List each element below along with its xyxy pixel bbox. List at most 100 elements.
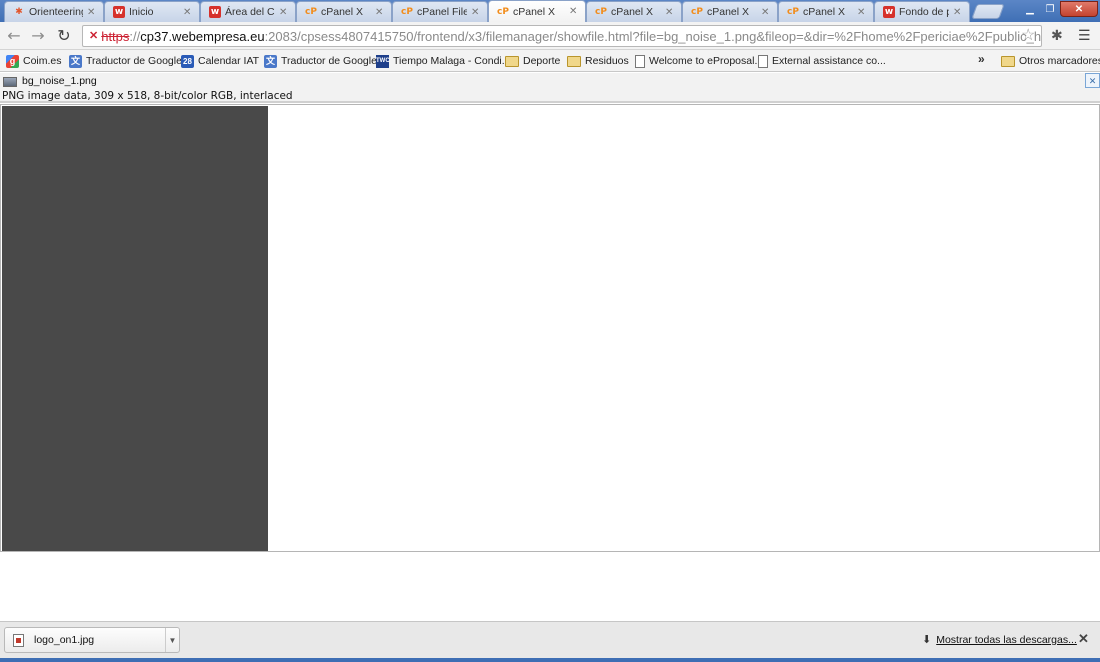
tab-cpanel-2[interactable]: cP cPanel X ✕ [586,1,682,22]
close-icon[interactable]: ✕ [1078,631,1089,647]
tab-close-icon[interactable]: ✕ [87,7,97,18]
tab-label: Inicio [129,6,154,18]
bookmark-tiempo[interactable]: TWC Tiempo Malaga - Condi... [376,53,511,69]
bookmark-label: Deporte [523,55,561,67]
reload-icon[interactable]: ↻ [54,26,74,46]
tab-label: cPanel File M [417,6,467,18]
bookmark-coim[interactable]: g Coim.es [6,53,62,69]
cpanel-icon: cP [401,7,413,17]
bookmark-traductor-1[interactable]: 文 Traductor de Google [69,53,182,69]
new-tab-button[interactable] [971,4,1005,19]
translate-icon: 文 [69,54,82,68]
twc-icon: TWC [376,54,390,68]
bookmark-label: Residuos [585,55,629,67]
tab-close-icon[interactable]: ✕ [471,7,481,18]
google-icon: g [6,54,19,68]
tab-cpanel-4[interactable]: cP cPanel X ✕ [778,1,874,22]
bookmark-calendar[interactable]: 28 Calendar IAT [181,53,259,69]
file-viewer [0,104,1100,552]
folder-icon [1001,55,1015,67]
tab-label: cPanel X [611,6,654,18]
cpanel-icon: cP [691,7,703,17]
tab-label: Área del Clie [225,6,275,18]
back-arrow-icon[interactable]: ← [4,26,24,46]
webempresa-icon: w [883,6,895,18]
tab-cpanel-3[interactable]: cP cPanel X ✕ [682,1,778,22]
extension-icon[interactable]: ✱ [1051,27,1063,44]
bookmark-external-assistance[interactable]: External assistance co... [758,53,886,69]
menu-icon[interactable]: ☰ [1078,27,1091,44]
file-info-bar: bg_noise_1.png PNG image data, 309 x 518… [0,73,1100,103]
page-icon [758,54,768,68]
tab-inicio[interactable]: w Inicio ✕ [104,1,200,22]
folder-icon [567,55,581,67]
show-all-downloads-label: Mostrar todas las descargas... [936,633,1077,646]
tab-close-icon[interactable]: ✕ [183,7,193,18]
bookmark-label: Otros marcadores [1019,55,1100,67]
bookmark-residuos[interactable]: Residuos [567,53,629,69]
tab-close-icon[interactable]: ✕ [953,7,963,18]
tab-close-icon[interactable]: ✕ [375,7,385,18]
image-preview [2,106,268,551]
bookmark-star-icon[interactable]: ☆ [1021,25,1035,45]
browser-toolbar: ← → ↻ ✕ https://cp37.webempresa.eu:2083/… [0,22,1100,50]
calendar-icon: 28 [181,54,194,68]
tab-label: cPanel X [803,6,846,18]
bookmark-label: Tiempo Malaga - Condi... [393,55,511,67]
broken-lock-icon[interactable]: ✕ [89,30,98,42]
tab-label: cPanel X [513,5,556,18]
url-path: :2083/cpsess4807415750/frontend/x3/filem… [264,28,1042,44]
bookmark-label: Welcome to eProposal. [649,55,758,67]
page-icon [635,54,645,68]
bookmark-label: Coim.es [23,55,62,67]
download-item[interactable]: logo_on1.jpg ▼ [4,627,180,653]
tab-close-icon[interactable]: ✕ [569,6,579,17]
bookmarks-overflow-chevron-icon[interactable]: » [978,52,985,66]
bookmark-deporte[interactable]: Deporte [505,53,560,69]
window-close-icon[interactable]: ✕ [1060,1,1098,17]
tab-orienteering[interactable]: ✱ Orienteering ✕ [4,1,104,22]
bookmark-traductor-2[interactable]: 文 Traductor de Google [264,53,377,69]
show-all-downloads-link[interactable]: ⬇ Mostrar todas las descargas... [922,633,1077,646]
bookmark-label: Calendar IAT [198,55,260,67]
bookmark-eproposal[interactable]: Welcome to eProposal. [635,53,757,69]
downloads-bar: logo_on1.jpg ▼ ⬇ Mostrar todas las desca… [0,621,1100,658]
file-name: bg_noise_1.png [22,75,97,87]
tab-strip: ✱ Orienteering ✕ w Inicio ✕ w Área del C… [0,0,1100,22]
maximize-icon[interactable]: ❐ [1040,1,1060,17]
image-file-icon [13,633,24,647]
tab-label: cPanel X [707,6,750,18]
joomla-icon: ✱ [15,7,23,17]
folder-icon [505,55,519,67]
bookmark-label: Traductor de Google [281,55,377,67]
bookmarks-bar: g Coim.es 文 Traductor de Google 28 Calen… [0,50,1100,72]
bookmark-label: Traductor de Google [86,55,182,67]
tab-cpanel-1[interactable]: cP cPanel X ✕ [296,1,392,22]
bookmark-otros-marcadores[interactable]: Otros marcadores [1001,53,1100,69]
tab-label: cPanel X [321,6,364,18]
tab-fondo[interactable]: w Fondo de pla ✕ [874,1,970,22]
url-text: https://cp37.webempresa.eu:2083/cpsess48… [101,28,1042,44]
tab-close-icon[interactable]: ✕ [665,7,675,18]
tab-close-icon[interactable]: ✕ [279,7,289,18]
tab-close-icon[interactable]: ✕ [761,7,771,18]
cpanel-icon: cP [787,7,799,17]
cpanel-icon: cP [595,7,607,17]
webempresa-icon: w [209,6,221,18]
bookmark-label: External assistance co... [772,55,886,67]
chevron-down-icon[interactable]: ▼ [165,628,179,652]
url-scheme: https [101,28,130,44]
tab-cpanel-file-manager[interactable]: cP cPanel File M ✕ [392,1,488,22]
forward-arrow-icon[interactable]: → [28,26,48,46]
tab-close-icon[interactable]: ✕ [857,7,867,18]
tab-cpanel-active[interactable]: cP cPanel X ✕ [488,0,586,22]
tab-area-cliente[interactable]: w Área del Clie ✕ [200,1,296,22]
address-bar[interactable]: ✕ https://cp37.webempresa.eu:2083/cpsess… [82,25,1042,47]
webempresa-icon: w [113,6,125,18]
tab-label: Orienteering [29,6,83,18]
close-icon[interactable]: ✕ [1085,73,1100,88]
file-description: PNG image data, 309 x 518, 8-bit/color R… [2,90,293,102]
minimize-icon[interactable]: ▁ [1020,1,1040,17]
download-file-name: logo_on1.jpg [34,634,95,646]
download-arrow-icon: ⬇ [922,633,932,646]
